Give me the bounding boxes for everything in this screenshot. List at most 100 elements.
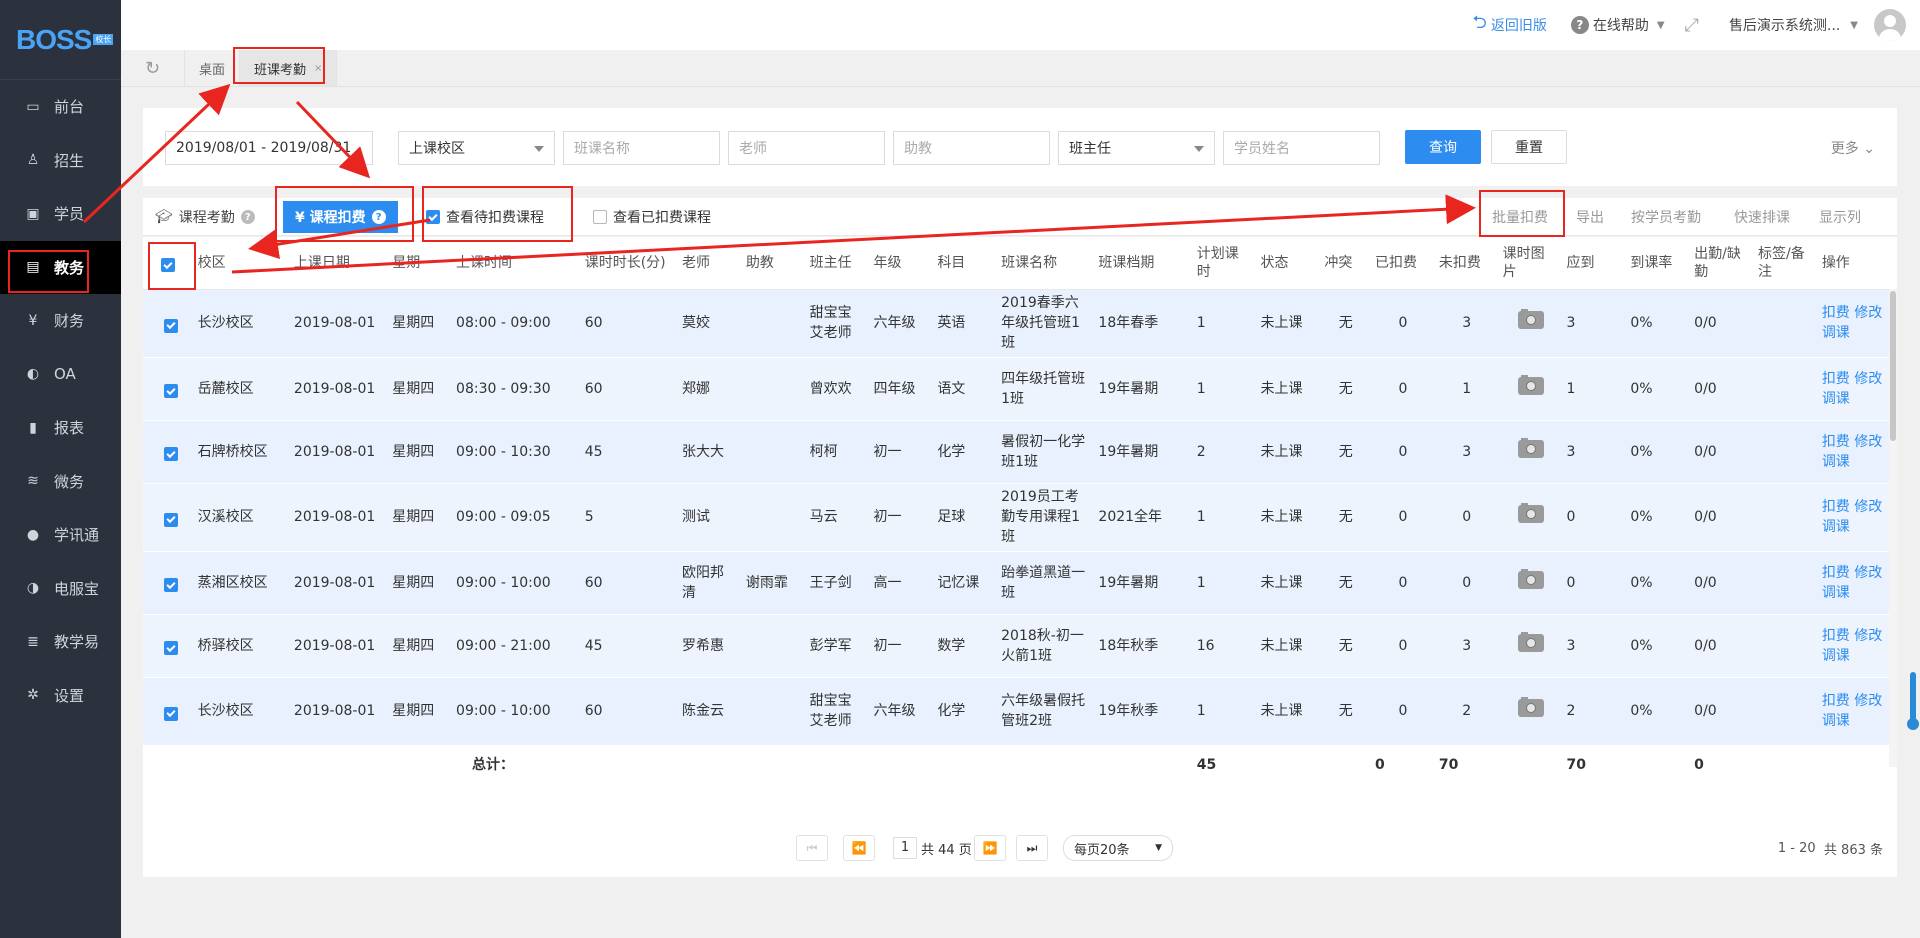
batch-deduct-button[interactable]: 批量扣费 — [1492, 198, 1548, 236]
reschedule-link[interactable]: 调课 — [1822, 325, 1850, 341]
back-to-old-version-link[interactable]: ⮌ 返回旧版 — [1472, 10, 1546, 40]
checkbox-unchecked[interactable] — [593, 210, 607, 224]
camera-icon[interactable] — [1517, 568, 1544, 589]
sidebar-item-5[interactable]: ◐ OA — [0, 348, 121, 402]
sidebar-item-7[interactable]: ≋ 微务 — [0, 455, 121, 509]
tab-course-deduct[interactable]: ¥ 课程扣费 ? — [283, 201, 398, 233]
reset-button[interactable]: 重置 — [1491, 130, 1567, 164]
online-help-dropdown[interactable]: ? 在线帮助 ▼ — [1570, 15, 1665, 35]
row-checkbox[interactable] — [164, 578, 178, 592]
sidebar-item-11[interactable]: ✲ 设置 — [0, 669, 121, 723]
table-row[interactable]: 桥驿校区 2019-08-01 星期四 09:00 - 21:00 45 罗希惠 彭学军 初一… — [143, 614, 1889, 678]
row-checkbox[interactable] — [164, 641, 178, 655]
sidebar-item-2[interactable]: ▣ 学员 — [0, 187, 121, 241]
deduct-link[interactable]: 扣费 — [1822, 371, 1850, 387]
page-size-select[interactable]: 每页20条 ▼ — [1063, 835, 1173, 861]
pending-deduct-checkbox[interactable]: 查看待扣费课程 — [426, 198, 544, 236]
help-icon[interactable]: ? — [371, 210, 386, 224]
last-page-button[interactable]: ⏭ — [1016, 835, 1048, 861]
table-scrollbar[interactable] — [1889, 289, 1897, 767]
sidebar-item-9[interactable]: ◑ 电服宝 — [0, 562, 121, 616]
row-checkbox[interactable] — [164, 384, 178, 398]
table-row[interactable]: 长沙校区 2019-08-01 星期四 08:00 - 09:00 60 莫姣 甜宝宝艾老师… — [143, 289, 1889, 358]
refresh-icon[interactable]: ↻ — [121, 50, 185, 86]
teacher-input[interactable]: 老师 — [728, 131, 885, 165]
help-icon[interactable]: ? — [240, 210, 255, 224]
more-filters-toggle[interactable]: 更多 ⌄ — [1831, 138, 1875, 158]
total-row: 总计： 45 0 70 70 0 — [143, 744, 1889, 786]
fullscreen-icon[interactable]: ⤢ — [1685, 15, 1699, 36]
camera-icon[interactable] — [1517, 631, 1544, 652]
query-button[interactable]: 查询 — [1405, 130, 1481, 164]
close-icon[interactable]: × — [314, 63, 322, 74]
tab-class-attendance[interactable]: 班课考勤 × — [240, 50, 338, 86]
table-row[interactable]: 长沙校区 2019-08-01 星期四 09:00 - 10:00 60 陈金云 甜宝宝艾老… — [143, 677, 1889, 746]
table-row[interactable]: 蒸湘区校区 2019-08-01 星期四 09:00 - 10:00 60 欧阳邦清 谢雨霏… — [143, 551, 1889, 615]
row-checkbox[interactable] — [164, 447, 178, 461]
campus-select[interactable]: 上课校区 — [398, 131, 555, 165]
top-header: ⮌ 返回旧版 ? 在线帮助 ▼ ⤢ 售后演示系统测... ▼ — [121, 0, 1920, 50]
deduct-link[interactable]: 扣费 — [1822, 305, 1850, 321]
camera-icon[interactable] — [1517, 437, 1544, 458]
sidebar-item-10[interactable]: ≣ 教学易 — [0, 615, 121, 669]
scrollbar-thumb[interactable] — [1890, 291, 1896, 441]
deduct-link[interactable]: 扣费 — [1822, 565, 1850, 581]
tab-course-attendance[interactable]: 🎓︎ 课程考勤 ? — [155, 198, 255, 236]
logo[interactable]: BOSS 校长 — [0, 0, 121, 80]
select-all-checkbox[interactable] — [161, 258, 175, 272]
camera-icon[interactable] — [1517, 309, 1544, 329]
reschedule-link[interactable]: 调课 — [1822, 391, 1850, 407]
sidebar-item-0[interactable]: ▭ 前台 — [0, 80, 121, 134]
deduct-link[interactable]: 扣费 — [1822, 628, 1850, 644]
edit-link[interactable]: 修改 — [1854, 499, 1882, 515]
edit-link[interactable]: 修改 — [1854, 693, 1882, 709]
reschedule-link[interactable]: 调课 — [1822, 713, 1850, 729]
show-columns-button[interactable]: 显示列 — [1819, 198, 1861, 236]
deducted-checkbox[interactable]: 查看已扣费课程 — [593, 198, 711, 236]
edit-link[interactable]: 修改 — [1854, 434, 1882, 450]
sidebar-item-3[interactable]: ▤ 教务 — [0, 240, 121, 294]
table-row[interactable]: 石牌桥校区 2019-08-01 星期四 09:00 - 10:30 45 张大大 柯柯 初一… — [143, 420, 1889, 484]
deduct-link[interactable]: 扣费 — [1822, 693, 1850, 709]
reschedule-link[interactable]: 调课 — [1822, 585, 1850, 601]
edit-link[interactable]: 修改 — [1854, 371, 1882, 387]
reschedule-link[interactable]: 调课 — [1822, 454, 1850, 470]
student-name-input[interactable]: 学员姓名 — [1223, 131, 1380, 165]
deduct-link[interactable]: 扣费 — [1822, 499, 1850, 515]
page-number-input[interactable]: 1 — [893, 837, 917, 859]
reschedule-link[interactable]: 调课 — [1822, 648, 1850, 664]
row-checkbox[interactable] — [164, 318, 178, 333]
head-teacher-select[interactable]: 班主任 — [1058, 131, 1215, 165]
next-page-button[interactable]: ⏩ — [974, 835, 1006, 861]
reschedule-link[interactable]: 调课 — [1822, 519, 1850, 535]
row-checkbox[interactable] — [164, 706, 178, 721]
date-range-input[interactable]: 2019/08/01 - 2019/08/31 — [165, 131, 373, 165]
table-row[interactable]: 汉溪校区 2019-08-01 星期四 09:00 - 09:05 5 测试 马云 初一 足球 2… — [143, 483, 1889, 552]
camera-icon[interactable] — [1517, 374, 1544, 395]
feedback-widget[interactable] — [1907, 672, 1919, 730]
user-menu[interactable]: 售后演示系统测... ▼ — [1729, 9, 1906, 41]
deduct-link[interactable]: 扣费 — [1822, 434, 1850, 450]
export-button[interactable]: 导出 — [1576, 198, 1604, 236]
sidebar: BOSS 校长 ▭ 前台 ♙ 招生 ▣ 学员 ▤ 教务 ¥ 财务 ◐ OA ▮ 报表 ≋ 微务 ● 学讯通 ◑ 电服宝… — [0, 0, 121, 938]
quick-schedule-button[interactable]: 快速排课 — [1734, 198, 1790, 236]
first-page-button[interactable]: ⏮ — [796, 835, 828, 861]
edit-link[interactable]: 修改 — [1854, 565, 1882, 581]
attendance-by-student-button[interactable]: 按学员考勤 — [1631, 198, 1701, 236]
edit-link[interactable]: 修改 — [1854, 628, 1882, 644]
sidebar-item-1[interactable]: ♙ 招生 — [0, 134, 121, 188]
assistant-input[interactable]: 助教 — [893, 131, 1050, 165]
checkbox-checked[interactable] — [426, 210, 440, 224]
sidebar-item-4[interactable]: ¥ 财务 — [0, 294, 121, 348]
avatar[interactable] — [1874, 9, 1906, 41]
sidebar-item-6[interactable]: ▮ 报表 — [0, 401, 121, 455]
class-name-input[interactable]: 班课名称 — [563, 131, 720, 165]
row-checkbox[interactable] — [164, 512, 178, 527]
tab-desktop[interactable]: 桌面 — [185, 50, 241, 86]
edit-link[interactable]: 修改 — [1854, 305, 1882, 321]
camera-icon[interactable] — [1517, 503, 1544, 523]
prev-page-button[interactable]: ⏪ — [843, 835, 875, 861]
camera-icon[interactable] — [1517, 697, 1544, 717]
sidebar-item-8[interactable]: ● 学讯通 — [0, 508, 121, 562]
table-row[interactable]: 岳麓校区 2019-08-01 星期四 08:30 - 09:30 60 郑娜 曾欢欢 四年级… — [143, 357, 1889, 421]
